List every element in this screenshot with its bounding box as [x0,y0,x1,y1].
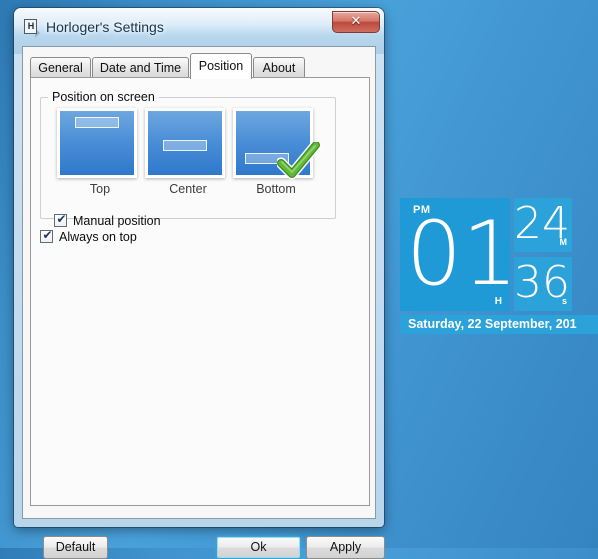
clock-second-tile: 36 s [514,257,572,311]
clock-hour-unit: H [494,296,502,307]
manual-position-label: Manual position [73,214,161,228]
tab-panel-position: Position on screen Top Center Bottom ✔ M… [30,77,370,506]
tab-date-and-time[interactable]: Date and Time [92,57,189,78]
position-preview-center [145,108,225,178]
position-options: Top Center Bottom [40,108,336,198]
position-on-screen-group: Position on screen Top Center Bottom ✔ M… [40,90,336,228]
group-legend: Position on screen [48,90,159,104]
position-caption-top: Top [89,182,111,196]
position-preview-bottom [233,108,313,178]
checkmark-icon: ✔ [56,212,67,226]
position-option-top[interactable]: Top [57,108,143,196]
clock-minute-unit: M [559,237,568,247]
clock-second-unit: s [561,296,567,306]
clock-hour-value: 01 [406,202,518,305]
tab-about[interactable]: About [253,57,305,78]
clock-second-value: 36 [514,257,570,308]
window-title: Horloger's Settings [46,19,164,35]
close-icon: ✕ [350,14,362,29]
preview-bar [163,140,207,151]
position-option-bottom[interactable]: Bottom [233,108,322,196]
position-caption-center: Center [169,182,207,196]
tabstrip: General Date and Time Position About [30,53,370,79]
clock-minute-value: 24 [514,198,570,249]
settings-window: H Horloger's Settings ✕ General Date and… [14,8,385,559]
position-preview-top [57,108,137,178]
clock-widget[interactable]: PM 01 H 24 M 36 s Saturday, 22 September… [400,198,598,334]
client-area: General Date and Time Position About Pos… [22,46,385,559]
checkbox-box: ✔ [54,212,67,227]
titlebar[interactable]: H Horloger's Settings ✕ [14,8,384,46]
close-button[interactable]: ✕ [332,11,380,33]
checkmark-icon: ✔ [42,228,53,242]
preview-bar [75,117,119,128]
position-option-center[interactable]: Center [145,108,231,196]
clock-date-bar: Saturday, 22 September, 201 [400,315,598,334]
clock-minute-tile: 24 M [514,198,572,252]
clock-hour-tile: PM 01 H [400,198,518,311]
clock-tiles: PM 01 H 24 M 36 s [400,198,598,311]
checkbox-box: ✔ [40,228,53,243]
preview-bar [245,153,289,164]
icon-letter: H [27,21,35,31]
always-on-top-label: Always on top [59,230,137,244]
tab-position[interactable]: Position [190,53,252,79]
position-caption-bottom: Bottom [256,182,296,196]
document-h-icon: H [23,19,40,38]
tab-general[interactable]: General [30,57,91,78]
